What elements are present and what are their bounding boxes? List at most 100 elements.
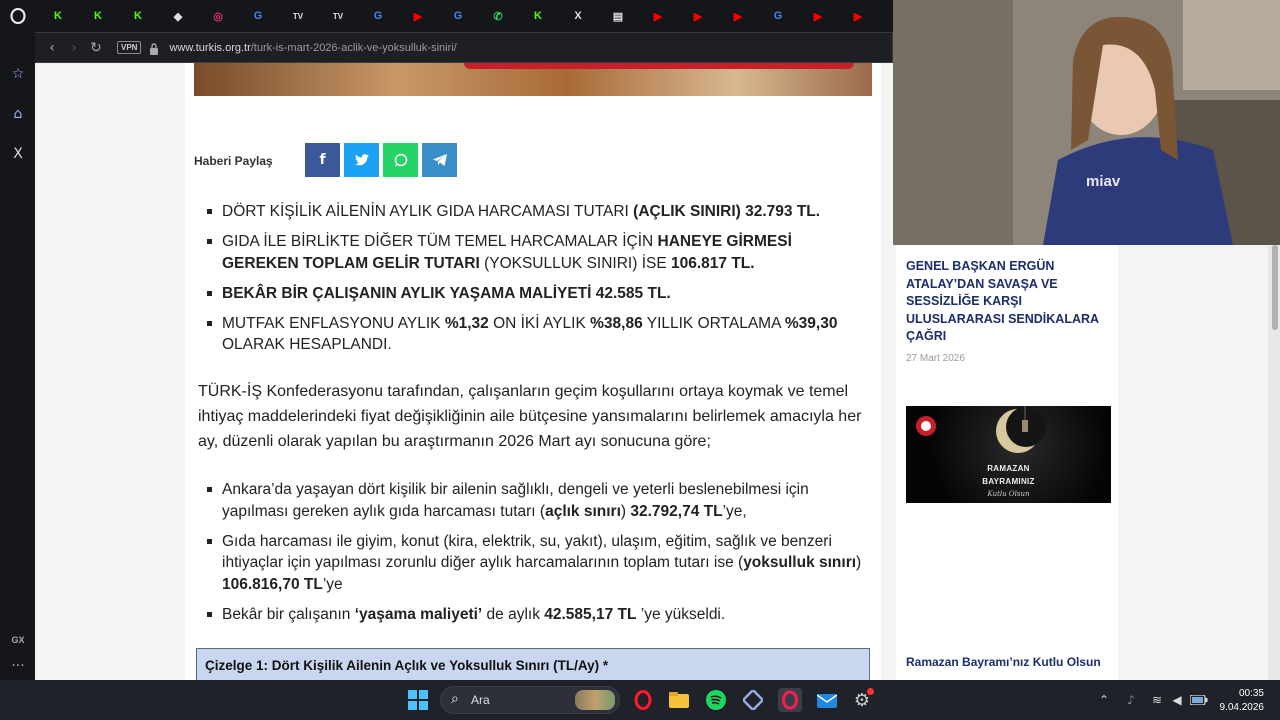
browser-tab[interactable]: ▶ — [838, 0, 878, 32]
speaker-icon[interactable]: ◀ — [1165, 688, 1189, 712]
browser-tab[interactable]: ◎ — [198, 0, 238, 32]
text-segment: de aylık — [482, 605, 545, 623]
reload-button[interactable]: ↻ — [85, 37, 107, 59]
text-segment: ) — [856, 554, 862, 571]
browser-tab[interactable]: TV — [318, 0, 358, 32]
search-label: Ara — [471, 693, 490, 707]
summary-list-item: BEKÂR BİR ÇALIŞANIN AYLIK YAŞAMA MALİYET… — [205, 283, 865, 305]
browser-tab[interactable]: G — [438, 0, 478, 32]
lock-icon[interactable] — [149, 42, 159, 55]
taskbar-search[interactable]: ⌕ Ara — [440, 686, 620, 714]
microphone-icon[interactable]: ♪ — [1119, 688, 1143, 712]
page-scrollbar[interactable] — [881, 63, 893, 680]
text-segment: (YOKSULLUK SINIRI) İSE — [479, 254, 671, 272]
browser-tab[interactable]: ▶ — [798, 0, 838, 32]
text-segment: MUTFAK ENFLASYONU AYLIK — [222, 314, 445, 332]
text-segment: (AÇLIK SINIRI) 32.793 TL. — [633, 203, 821, 220]
webcam-overlay: miav — [893, 0, 1280, 245]
browser-tab[interactable]: G — [358, 0, 398, 32]
url-path: /turk-is-mart-2026-aclik-ve-yoksulluk-si… — [250, 41, 457, 54]
screen: { "browser": { "tabs": [ {"icon": "kick-… — [0, 0, 1280, 720]
share-label: Haberi Paylaş — [194, 154, 273, 168]
web-page: Haberi Paylaş f DÖRT KİŞİLİK AİLENİN AYL… — [35, 63, 893, 680]
windows-start-button[interactable] — [406, 688, 430, 712]
trello-icon: ◆ — [173, 10, 183, 23]
clock-time: 00:35 — [1238, 688, 1264, 699]
url-domain: www.turkis.org.tr — [169, 41, 251, 54]
spotify-icon[interactable] — [704, 688, 728, 712]
news-card: GENEL BAŞKAN ERGÜN ATALAY’DAN SAVAŞA VE … — [896, 245, 1118, 680]
star-icon[interactable]: ☆ — [8, 64, 28, 84]
facebook-share-button[interactable]: f — [305, 143, 340, 177]
google-icon: G — [373, 10, 383, 22]
mail-icon[interactable] — [815, 688, 839, 712]
battery-icon[interactable] — [1187, 688, 1211, 712]
text-segment: BEKÂR BİR ÇALIŞANIN AYLIK YAŞAMA MALİYET… — [222, 284, 671, 302]
chevron-up-icon[interactable]: ⌃ — [1092, 688, 1116, 712]
instagram-icon: ◎ — [213, 10, 223, 23]
text-segment: %39,30 — [784, 314, 838, 332]
browser-tab[interactable]: ▶ — [398, 0, 438, 32]
browser-tab[interactable]: K — [118, 0, 158, 32]
browser-tab[interactable]: G — [238, 0, 278, 32]
gx-icon[interactable]: GX — [8, 630, 28, 650]
whatsapp-share-button[interactable] — [383, 143, 418, 177]
text-segment: açlık sınırı — [545, 502, 621, 520]
results-list-item: Gıda harcaması ile giyim, konut (kira, e… — [205, 531, 865, 596]
telegram-share-button[interactable] — [422, 143, 457, 177]
browser-tab[interactable]: ◆ — [158, 0, 198, 32]
forward-button[interactable]: › — [63, 37, 85, 59]
youtube-icon: ▶ — [853, 10, 863, 23]
news-headline-2-link[interactable]: Ramazan Bayramı’nız Kutlu Olsun — [906, 655, 1101, 669]
x-icon[interactable]: X — [8, 144, 28, 164]
browser-tab[interactable]: TV — [278, 0, 318, 32]
right-scrollbar[interactable] — [1268, 245, 1280, 680]
facebook-icon: f — [319, 152, 326, 168]
back-button[interactable]: ‹ — [41, 37, 63, 59]
browser-tab[interactable]: ✆ — [478, 0, 518, 32]
app-icon[interactable] — [741, 688, 765, 712]
summary-list-item: GIDA İLE BİRLİKTE DİĞER TÜM TEMEL HARCAM… — [205, 231, 865, 274]
youtube-icon: ▶ — [693, 10, 703, 23]
opera-taskbar-icon[interactable] — [631, 688, 655, 712]
system-clock[interactable]: 00:35 9.04.2026 — [1220, 687, 1265, 715]
browser-tab[interactable]: ▶ — [718, 0, 758, 32]
youtube-icon: ▶ — [653, 10, 663, 23]
url-field[interactable]: www.turkis.org.tr/turk-is-mart-2026-acli… — [169, 42, 456, 54]
settings-icon[interactable]: ⚙ — [850, 688, 874, 712]
text-segment: 42.585,17 TL — [544, 605, 637, 623]
browser-tab[interactable]: G — [758, 0, 798, 32]
browser-tab[interactable]: K — [78, 0, 118, 32]
text-segment: %38,86 — [590, 314, 643, 332]
right-scrollbar-thumb[interactable] — [1272, 245, 1278, 330]
vpn-badge[interactable]: VPN — [117, 41, 142, 54]
notification-badge — [867, 688, 874, 695]
browser-tab[interactable]: X — [558, 0, 598, 32]
kick-icon: K — [134, 10, 142, 22]
browser-tab[interactable]: ▤ — [598, 0, 638, 32]
opera-menu-button[interactable] — [6, 0, 30, 32]
browser-tab[interactable]: ▶ — [678, 0, 718, 32]
aria-icon[interactable]: ⌂ — [8, 104, 28, 124]
text-segment: DÖRT KİŞİLİK AİLENİN AYLIK GIDA HARCAMAS… — [222, 203, 634, 220]
streamer-webcam-image: miav — [893, 0, 1280, 245]
browser-tab[interactable]: ▶ — [638, 0, 678, 32]
windows-taskbar: ⌕ Ara ⚙ ⌃ ♪ ≋ ◀ 00:35 9.04.2026 — [0, 680, 1280, 720]
text-segment: OLARAK HESAPLANDI. — [222, 336, 392, 353]
sidebar-more-icon[interactable]: ··· — [8, 656, 28, 676]
youtube-icon: ▶ — [733, 10, 743, 23]
opera-gx-icon[interactable] — [778, 688, 802, 712]
whatsapp-icon — [394, 153, 407, 167]
browser-tab[interactable]: K — [518, 0, 558, 32]
whatsapp-icon: ✆ — [493, 10, 503, 23]
file-explorer-icon[interactable] — [667, 688, 691, 712]
browser-tab[interactable]: K — [38, 0, 78, 32]
ramazan-banner-image[interactable]: RAMAZAN BAYRAMINIZ Kutlu Olsun — [906, 406, 1111, 503]
text-segment: yoksulluk sınırı — [743, 554, 857, 571]
news-headline-link[interactable]: GENEL BAŞKAN ERGÜN ATALAY’DAN SAVAŞA VE … — [906, 258, 1106, 346]
twitter-share-button[interactable] — [344, 143, 379, 177]
hero-image — [194, 63, 872, 96]
google-icon: G — [253, 10, 263, 22]
tv-icon: TV — [332, 11, 344, 21]
kick-icon: K — [54, 10, 62, 22]
